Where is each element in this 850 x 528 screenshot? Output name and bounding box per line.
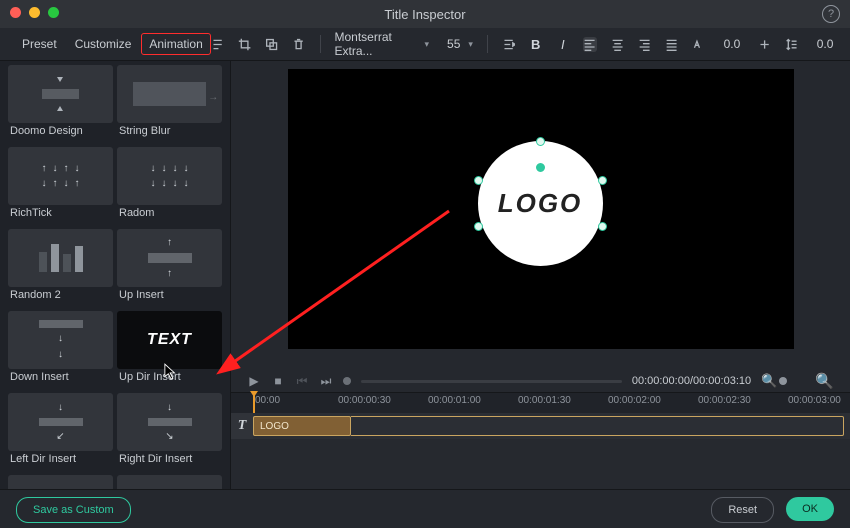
ruler-tick: 00:00:02:30: [698, 395, 751, 406]
preset-thumb-right-dir-insert[interactable]: ↓ ↘: [117, 393, 222, 451]
line-height-icon[interactable]: [785, 37, 798, 52]
playhead[interactable]: [253, 393, 255, 413]
window-minimize-button[interactable]: [29, 7, 40, 18]
ruler-tick: 00:00:01:00: [428, 395, 481, 406]
preset-label: Left Dir Insert: [8, 451, 113, 471]
chevron-down-icon: ▾: [468, 39, 473, 50]
save-as-custom-button[interactable]: Save as Custom: [16, 497, 131, 523]
align-center-icon[interactable]: [611, 37, 624, 52]
timeline-clip[interactable]: LOGO: [253, 416, 351, 436]
zoom-out-icon[interactable]: 🔍: [761, 373, 777, 389]
bold-icon[interactable]: B: [529, 37, 542, 52]
window-title: Title Inspector: [384, 7, 465, 22]
ruler-tick: 00:00:03:00: [788, 395, 841, 406]
preset-thumb-up-dir-insert[interactable]: TEXT: [117, 311, 222, 369]
line-height-input[interactable]: 0.0: [813, 37, 838, 51]
transform-handle[interactable]: [536, 137, 545, 146]
clip-label: LOGO: [260, 421, 289, 432]
tab-animation[interactable]: Animation: [141, 33, 210, 55]
preset-thumb-extra-2[interactable]: ↑: [117, 475, 222, 489]
help-icon[interactable]: ?: [822, 5, 840, 23]
preset-thumb-random2[interactable]: [8, 229, 113, 287]
zoom-in-icon[interactable]: 🔍: [815, 372, 834, 390]
preset-preview-text: TEXT: [147, 331, 192, 349]
track-type-text-icon: T: [231, 413, 253, 439]
window-maximize-button[interactable]: [48, 7, 59, 18]
record-indicator: [343, 377, 351, 385]
separator: [320, 35, 321, 53]
ruler-tick: 00:00:01:30: [518, 395, 571, 406]
logo-text: LOGO: [498, 188, 583, 219]
preset-label: String Blur: [117, 123, 222, 143]
preset-label: Random 2: [8, 287, 113, 307]
preset-label: Up Dir Insert: [117, 369, 222, 389]
text-case-icon[interactable]: [692, 37, 705, 52]
ruler-tick: 00:00:00:30: [338, 395, 391, 406]
preset-label: Right Dir Insert: [117, 451, 222, 471]
transform-handle[interactable]: [598, 176, 607, 185]
logo-element[interactable]: LOGO: [478, 141, 603, 266]
preset-thumb-doomo-design[interactable]: [8, 65, 113, 123]
transform-handle[interactable]: [536, 163, 545, 172]
spacing-reset-icon[interactable]: [758, 37, 771, 52]
font-family-select[interactable]: Montserrat Extra...: [335, 28, 421, 60]
italic-icon[interactable]: I: [556, 37, 569, 52]
preset-label: Radom: [117, 205, 222, 225]
ruler-tick: 00:00: [255, 395, 280, 406]
next-frame-button[interactable]: ⏭: [319, 374, 333, 388]
preset-thumb-left-dir-insert[interactable]: ↓ ↙: [8, 393, 113, 451]
indent-icon[interactable]: [502, 37, 515, 52]
chevron-down-icon: ▾: [425, 39, 430, 50]
timeline-empty-area[interactable]: [231, 439, 850, 489]
preset-label: Up Insert: [117, 287, 222, 307]
preset-thumb-radom[interactable]: ↓↓↓↓ ↓↓↓↓: [117, 147, 222, 205]
crop-icon[interactable]: [238, 37, 251, 52]
timeline-clip-extent[interactable]: [351, 416, 844, 436]
preset-thumb-richtick[interactable]: ↑↓↑↓ ↓↑↓↑: [8, 147, 113, 205]
align-right-icon[interactable]: [638, 37, 651, 52]
transform-handle[interactable]: [598, 222, 607, 231]
transform-handle[interactable]: [474, 176, 483, 185]
zoom-slider-thumb[interactable]: [779, 377, 787, 385]
preset-label: Doomo Design: [8, 123, 113, 143]
font-size-input[interactable]: 55: [443, 37, 464, 51]
preset-thumb-string-blur[interactable]: →: [117, 65, 222, 123]
duplicate-icon[interactable]: [265, 37, 278, 52]
format-advanced-icon[interactable]: [211, 37, 224, 52]
tab-preset[interactable]: Preset: [14, 33, 65, 55]
preset-thumb-down-insert[interactable]: ↓ ↓: [8, 311, 113, 369]
ruler-tick: 00:00:02:00: [608, 395, 661, 406]
stop-button[interactable]: ■: [271, 374, 285, 388]
letter-spacing-input[interactable]: 0.0: [720, 37, 745, 51]
align-left-icon[interactable]: [583, 37, 596, 52]
preset-thumb-up-insert[interactable]: ↑ ↑: [117, 229, 222, 287]
preset-thumb-extra-1[interactable]: ↓: [8, 475, 113, 489]
timecode-display: 00:00:00:00/00:00:03:10: [632, 375, 751, 387]
scrubber[interactable]: [361, 380, 622, 383]
play-button[interactable]: ▶: [247, 374, 261, 388]
preset-label: RichTick: [8, 205, 113, 225]
ok-button[interactable]: OK: [786, 497, 834, 521]
reset-button[interactable]: Reset: [711, 497, 774, 523]
preset-label: Down Insert: [8, 369, 113, 389]
delete-icon[interactable]: [292, 37, 305, 52]
preview-canvas[interactable]: LOGO: [288, 69, 794, 349]
tab-customize[interactable]: Customize: [67, 33, 140, 55]
separator: [487, 35, 488, 53]
align-justify-icon[interactable]: [665, 37, 678, 52]
prev-frame-button[interactable]: ⏮: [295, 374, 309, 388]
timeline-ruler[interactable]: 00:00 00:00:00:30 00:00:01:00 00:00:01:3…: [231, 393, 850, 413]
window-close-button[interactable]: [10, 7, 21, 18]
transform-handle[interactable]: [474, 222, 483, 231]
